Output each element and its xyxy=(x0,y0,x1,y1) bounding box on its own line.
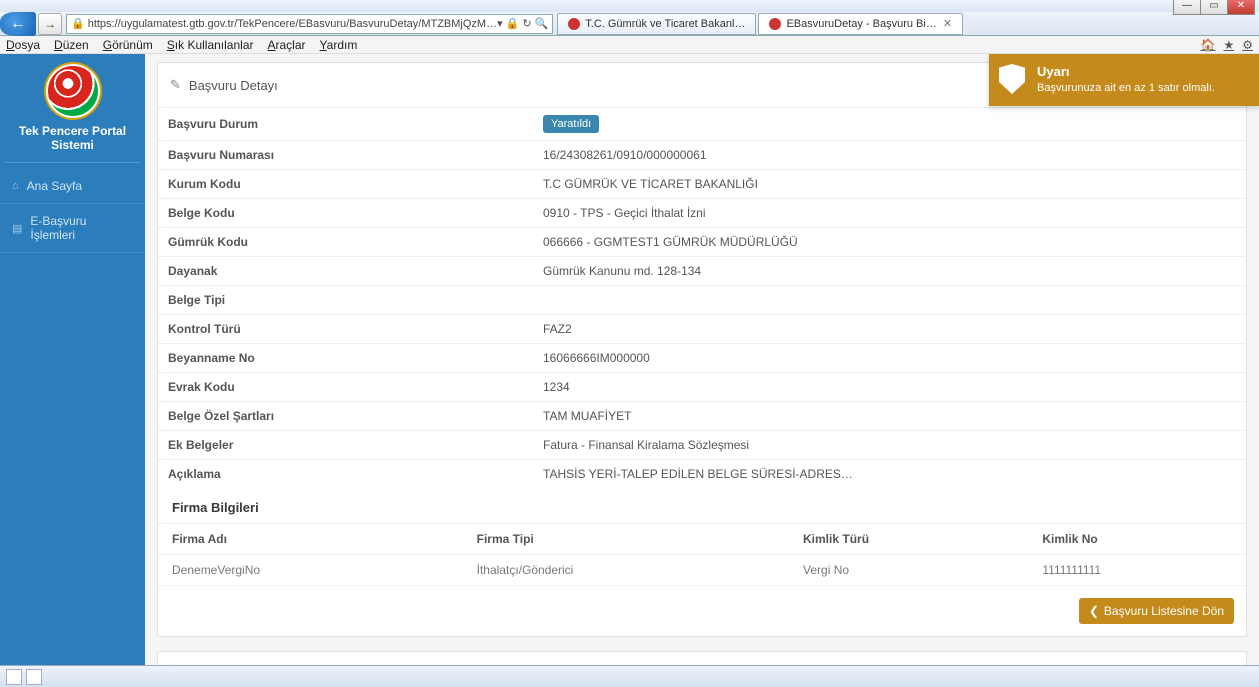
panel-basvuru-detay: ✎ Başvuru Detayı Başvuru İşlemleri ▾ — ⤢… xyxy=(157,62,1247,637)
nav-forward-button[interactable]: → xyxy=(38,13,62,35)
col-id-type: Kimlik Türü xyxy=(789,524,1028,555)
row-key: Gümrük Kodu xyxy=(158,228,533,257)
back-to-list-button[interactable]: ❮ Başvuru Listesine Dön xyxy=(1079,598,1234,624)
browser-tab-active[interactable]: EBasvuruDetay - Başvuru Bi… ✕ xyxy=(758,13,963,35)
firm-table: Firma Adı Firma Tipi Kimlik Türü Kimlik … xyxy=(158,524,1246,586)
edit-icon: ✎ xyxy=(170,77,181,93)
menu-edit[interactable]: Düzen xyxy=(54,38,89,52)
menu-view[interactable]: Görünüm xyxy=(103,38,153,52)
favicon-icon xyxy=(769,18,781,30)
menu-help[interactable]: Yardım xyxy=(320,38,358,52)
menu-favorites[interactable]: Sık Kullanılanlar xyxy=(167,38,254,52)
home-icon: ⌂ xyxy=(12,180,19,192)
sidebar-item-ebasvuru[interactable]: ▤ E-Başvuru İşlemleri xyxy=(0,204,145,253)
panel-satirlar: ✎ Satırlar 🔍 10 ▾ xyxy=(157,651,1247,665)
row-key: Başvuru Durum xyxy=(158,108,533,141)
tab-label: T.C. Gümrük ve Ticaret Bakanl… xyxy=(585,18,745,30)
favorites-icon[interactable]: ★ xyxy=(1223,38,1234,52)
row-key: Kurum Kodu xyxy=(158,170,533,199)
row-value: T.C GÜMRÜK VE TİCARET BAKANLIĞI xyxy=(533,170,1246,199)
address-url: https://uygulamatest.gtb.gov.tr/TekPence… xyxy=(88,18,497,30)
firm-heading: Firma Bilgileri xyxy=(158,488,1246,524)
cell-id-type: Vergi No xyxy=(789,555,1028,586)
window-maximize-button[interactable]: ▭ xyxy=(1200,0,1228,15)
home-icon[interactable]: 🏠 xyxy=(1201,38,1216,52)
chevron-left-icon: ❮ xyxy=(1089,604,1099,618)
toast-title: Uyarı xyxy=(1037,64,1247,79)
cell-firm-type: İthalatçı/Gönderici xyxy=(463,555,789,586)
settings-icon[interactable]: ⚙ xyxy=(1242,38,1253,52)
row-key: Belge Tipi xyxy=(158,286,533,315)
window-close-button[interactable]: ✕ xyxy=(1227,0,1255,15)
row-value: 16/24308261/0910/000000061 xyxy=(533,141,1246,170)
tab-label: EBasvuruDetay - Başvuru Bi… xyxy=(786,18,936,30)
row-value: Fatura - Finansal Kiralama Sözleşmesi xyxy=(533,431,1246,460)
portal-title: Tek Pencere Portal Sistemi xyxy=(5,124,140,163)
row-value: 066666 - GGMTEST1 GÜMRÜK MÜDÜRLÜĞÜ xyxy=(533,228,1246,257)
taskbar-item[interactable] xyxy=(6,669,22,685)
row-key: Açıklama xyxy=(158,460,533,489)
windows-taskbar xyxy=(0,665,1259,687)
sidebar-item-label: Ana Sayfa xyxy=(27,179,82,193)
row-value: 16066666IM000000 xyxy=(533,344,1246,373)
col-firm-name: Firma Adı xyxy=(158,524,463,555)
row-value: TAHSİS YERİ-TALEP EDİLEN BELGE SÜRESİ-AD… xyxy=(533,460,1246,489)
panel-title: Başvuru Detayı xyxy=(189,78,278,93)
shield-icon xyxy=(999,64,1025,94)
sidebar: Tek Pencere Portal Sistemi ⌂ Ana Sayfa ▤… xyxy=(0,54,145,665)
search-icon[interactable]: 🔍 xyxy=(535,17,549,30)
browser-navbar: ← → 🔒 https://uygulamatest.gtb.gov.tr/Te… xyxy=(0,12,1259,36)
menu-file[interactable]: Dosya xyxy=(6,38,40,52)
chart-icon: ▤ xyxy=(12,222,22,235)
col-firm-type: Firma Tipi xyxy=(463,524,789,555)
row-value: Gümrük Kanunu md. 128-134 xyxy=(533,257,1246,286)
cell-id-no: 1111111111 xyxy=(1028,555,1246,586)
table-row[interactable]: DenemeVergiNo İthalatçı/Gönderici Vergi … xyxy=(158,555,1246,586)
toast-body: Başvurunuza ait en az 1 satır olmalı. xyxy=(1037,82,1215,94)
toast-warning: Uyarı Başvurunuza ait en az 1 satır olma… xyxy=(989,54,1259,106)
row-value xyxy=(533,286,1246,315)
row-value: 1234 xyxy=(533,373,1246,402)
detail-table: Başvuru Durum Yaratıldı Başvuru Numarası… xyxy=(158,107,1246,488)
taskbar-item[interactable] xyxy=(26,669,42,685)
tab-close-icon[interactable]: ✕ xyxy=(943,17,952,30)
panel-title: Satırlar xyxy=(189,663,231,666)
row-key: Dayanak xyxy=(158,257,533,286)
row-key: Belge Kodu xyxy=(158,199,533,228)
favicon-icon xyxy=(568,18,580,30)
sidebar-item-home[interactable]: ⌂ Ana Sayfa xyxy=(0,169,145,204)
address-bar[interactable]: 🔒 https://uygulamatest.gtb.gov.tr/TekPen… xyxy=(66,14,553,34)
row-key: Ek Belgeler xyxy=(158,431,533,460)
edit-icon: ✎ xyxy=(170,662,181,665)
row-key: Beyanname No xyxy=(158,344,533,373)
row-value: 0910 - TPS - Geçici İthalat İzni xyxy=(533,199,1246,228)
main-content: Uyarı Başvurunuza ait en az 1 satır olma… xyxy=(145,54,1259,665)
window-titlebar: — ▭ ✕ xyxy=(0,0,1259,12)
cell-firm-name: DenemeVergiNo xyxy=(158,555,463,586)
logo-icon xyxy=(46,64,100,118)
status-badge: Yaratıldı xyxy=(543,115,599,133)
lock-icon: 🔒 xyxy=(71,17,85,30)
row-value: FAZ2 xyxy=(533,315,1246,344)
window-minimize-button[interactable]: — xyxy=(1173,0,1201,15)
refresh-icon[interactable]: ↻ xyxy=(522,17,531,30)
col-id-no: Kimlik No xyxy=(1028,524,1246,555)
ssl-lock-icon: 🔒 xyxy=(506,17,520,30)
menu-tools[interactable]: Araçlar xyxy=(268,38,306,52)
nav-back-button[interactable]: ← xyxy=(0,12,36,36)
browser-menubar: Dosya Düzen Görünüm Sık Kullanılanlar Ar… xyxy=(0,36,1259,54)
button-label: Başvuru Listesine Dön xyxy=(1104,604,1224,618)
sidebar-item-label: E-Başvuru İşlemleri xyxy=(30,214,133,242)
row-key: Kontrol Türü xyxy=(158,315,533,344)
row-key: Başvuru Numarası xyxy=(158,141,533,170)
browser-tab[interactable]: T.C. Gümrük ve Ticaret Bakanl… xyxy=(557,13,756,35)
search-dropdown-icon[interactable]: ▾ xyxy=(497,17,503,30)
row-key: Evrak Kodu xyxy=(158,373,533,402)
row-value: TAM MUAFİYET xyxy=(533,402,1246,431)
row-key: Belge Özel Şartları xyxy=(158,402,533,431)
